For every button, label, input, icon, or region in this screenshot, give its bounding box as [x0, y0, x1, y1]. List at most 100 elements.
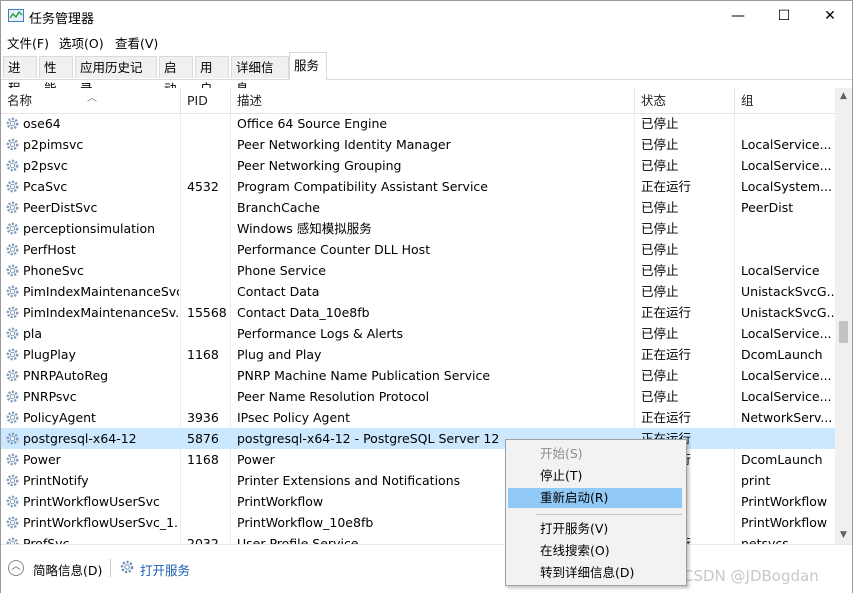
service-gear-icon [6, 159, 19, 172]
menu-file[interactable]: 文件(F) [7, 33, 49, 52]
service-pid: 1168 [187, 452, 219, 467]
service-name-cell: Power [5, 449, 179, 470]
close-button[interactable]: ✕ [807, 1, 853, 31]
table-row[interactable]: PhoneSvc Phone Service 已停止 LocalService [1, 260, 835, 281]
tab-processes[interactable]: 进程 [3, 56, 37, 96]
service-status: 已停止 [641, 368, 679, 383]
tab-details[interactable]: 详细信息 [231, 56, 289, 96]
table-row[interactable]: PolicyAgent 3936 IPsec Policy Agent 正在运行 Net… [1, 407, 835, 428]
collapse-arrow-icon[interactable]: ︿ [8, 560, 24, 576]
service-group: LocalService... [741, 326, 832, 341]
service-group: PeerDist [741, 200, 794, 215]
table-row[interactable]: PrintWorkflowUserSvc_1... PrintWorkflow_1… [1, 512, 835, 533]
ctx-open-services-menu-item[interactable]: 打开服务(V) [508, 519, 682, 539]
service-pid [181, 512, 229, 533]
service-name: ProfSvc [23, 536, 70, 544]
service-name: PrintWorkflowUserSvc_1... [23, 515, 179, 530]
table-header: 名称 ︿ PID 描述 状态 组 [1, 88, 835, 114]
ctx-restart-menu-item[interactable]: 重新启动(R) [508, 488, 682, 508]
minimize-button[interactable]: — [715, 1, 761, 31]
table-row[interactable]: ProfSvc2032User Profile Service正在运行netsv… [1, 533, 835, 544]
service-group: LocalService... [741, 137, 832, 152]
table-row[interactable]: Power1168Power正在运行DcomLaunch [1, 449, 835, 470]
service-name-cell: PNRPAutoReg [5, 365, 179, 386]
service-gear-icon [6, 264, 19, 277]
table-row[interactable]: PeerDistSvc BranchCache 已停止 PeerDist [1, 197, 835, 218]
service-group: netsvcs [741, 536, 789, 544]
table-row[interactable]: PNRPsvc Peer Name Resolution Protocol 已停止 L… [1, 386, 835, 407]
service-group [735, 113, 835, 134]
service-status: 已停止 [641, 158, 679, 173]
menu-options[interactable]: 选项(O) [59, 33, 104, 52]
menu-view[interactable]: 查看(V) [115, 33, 158, 52]
table-row[interactable]: pla Performance Logs & Alerts 已停止 LocalServ… [1, 323, 835, 344]
table-row[interactable]: ose64 Office 64 Source Engine 已停止 [1, 113, 835, 134]
service-gear-icon [6, 348, 19, 361]
service-pid [181, 365, 229, 386]
fewer-details-link[interactable]: 简略信息(D) [33, 560, 102, 579]
service-gear-icon [6, 243, 19, 256]
ctx-stop-menu-item[interactable]: 停止(T) [508, 466, 682, 486]
service-name: PeerDistSvc [23, 200, 98, 215]
table-row[interactable]: PcaSvc 4532 Program Compatibility Assistan… [1, 176, 835, 197]
table-row[interactable]: PimIndexMaintenanceSv... 15568 Contact Dat… [1, 302, 835, 323]
table-row[interactable]: PNRPAutoReg PNRP Machine Name Publication… [1, 365, 835, 386]
table-row[interactable]: perceptionsimulation Windows 感知模拟服务 已停止 [1, 218, 835, 239]
scroll-down-icon[interactable]: ▼ [835, 527, 852, 544]
service-pid [181, 197, 229, 218]
sort-ascending-icon: ︿ [87, 93, 97, 104]
scroll-up-icon[interactable]: ▲ [835, 88, 852, 105]
service-name: PrintWorkflowUserSvc [23, 494, 160, 509]
tab-users[interactable]: 用户 [195, 56, 229, 96]
service-gear-icon [6, 285, 19, 298]
service-pid [181, 470, 229, 491]
column-header-description[interactable]: 描述 [231, 88, 635, 113]
open-services-link[interactable]: 打开服务 [140, 560, 190, 579]
tab-services[interactable]: 服务 [289, 52, 327, 80]
service-name-cell: perceptionsimulation [5, 218, 179, 239]
service-name-cell: ProfSvc [5, 533, 179, 544]
service-status: 已停止 [641, 200, 679, 215]
close-icon: ✕ [824, 8, 836, 24]
table-row[interactable]: PlugPlay 1168 Plug and Play 正在运行 DcomLaunch [1, 344, 835, 365]
table-row[interactable]: PerfHost Performance Counter DLL Host 已停止 [1, 239, 835, 260]
column-header-pid[interactable]: PID [181, 88, 231, 113]
column-header-name[interactable]: 名称 ︿ [1, 88, 181, 113]
maximize-button[interactable]: ☐ [761, 1, 807, 31]
tab-startup[interactable]: 启动 [159, 56, 193, 96]
ctx-go-to-details-menu-item[interactable]: 转到详细信息(D) [508, 563, 682, 583]
service-pid: 15568 [187, 305, 227, 320]
table-row[interactable]: p2pimsvc Peer Networking Identity Manager… [1, 134, 835, 155]
column-header-status[interactable]: 状态 [635, 88, 735, 113]
service-group: LocalService [741, 263, 820, 278]
tab-app-history[interactable]: 应用历史记录 [75, 56, 157, 96]
ctx-search-online-menu-item[interactable]: 在线搜索(O) [508, 541, 682, 561]
watermark-text: CSDN @JDBogdan [683, 567, 819, 585]
service-pid [181, 491, 229, 512]
table-row[interactable]: PimIndexMaintenanceSvc Contact Data 已停止 Uni… [1, 281, 835, 302]
service-name: postgresql-x64-12 [23, 431, 137, 446]
maximize-icon: ☐ [777, 8, 791, 24]
service-name-cell: pla [5, 323, 179, 344]
column-header-group[interactable]: 组 [735, 88, 835, 113]
window-title: 任务管理器 [29, 12, 95, 27]
vertical-scrollbar[interactable]: ▲ ▼ [835, 88, 852, 544]
tab-performance[interactable]: 性能 [39, 56, 73, 96]
service-gear-icon [6, 453, 19, 466]
service-status: 正在运行 [641, 179, 692, 194]
scrollbar-thumb[interactable] [839, 321, 848, 343]
service-pid [181, 323, 229, 344]
table-row[interactable]: PrintWorkflowUserSvcPrintWorkflow已停止Prin… [1, 491, 835, 512]
title-bar: 任务管理器 — ☐ ✕ [1, 1, 852, 31]
service-description: Contact Data [237, 284, 320, 299]
table-row[interactable]: postgresql-x64-12 5876 postgresql-x64-12 -… [1, 428, 835, 449]
service-name: PerfHost [23, 242, 76, 257]
service-pid: 2032 [187, 536, 219, 544]
service-description: IPsec Policy Agent [237, 410, 350, 425]
table-row[interactable]: p2psvc Peer Networking Grouping 已停止 LocalSe… [1, 155, 835, 176]
task-manager-window: 任务管理器 — ☐ ✕ 文件(F) 选项(O) 查看(V) 进程 性能 应用历史… [0, 0, 853, 593]
service-status: 已停止 [641, 326, 679, 341]
table-row[interactable]: PrintNotify Printer Extensions and Notifi… [1, 470, 835, 491]
service-pid: 5876 [187, 431, 219, 446]
service-gear-icon [6, 138, 19, 151]
